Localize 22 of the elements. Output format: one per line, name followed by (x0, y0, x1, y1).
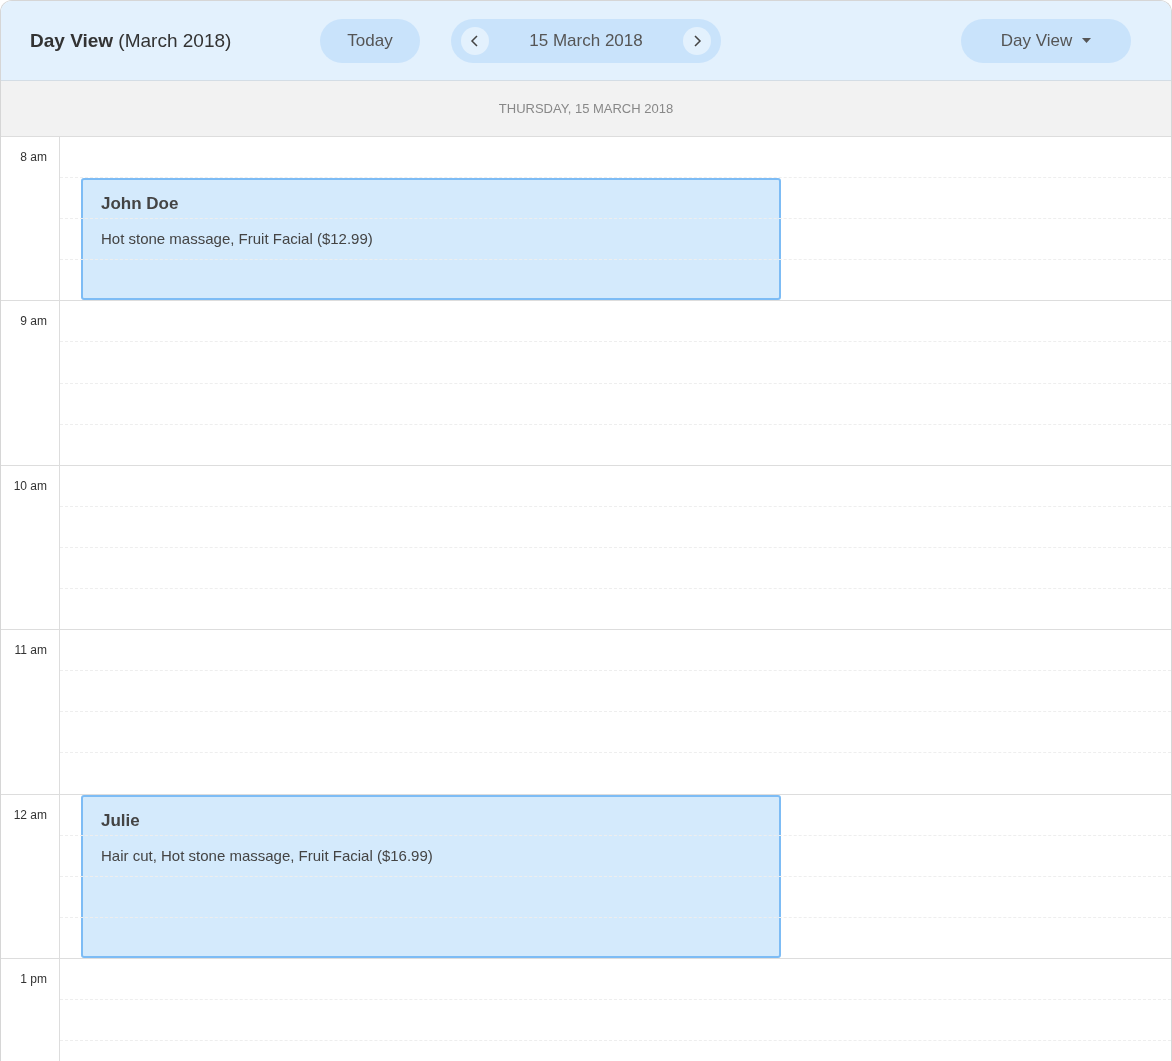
chevron-right-icon (692, 34, 702, 47)
time-label: 12 am (13, 807, 47, 822)
current-date: 15 March 2018 (529, 30, 643, 51)
time-label: 11 am (14, 643, 47, 658)
time-label: 10 am (13, 478, 47, 493)
caret-icon (1082, 38, 1092, 43)
appointment-details: Hair cut, Hot stone massage, Fruit Facial ($16.99) (101, 846, 434, 864)
next-day-button[interactable] (683, 26, 711, 55)
day-heading: THURSDAY, 15 MARCH 2018 (498, 101, 674, 116)
today-button[interactable]: Today (320, 18, 420, 63)
time-label: 9 am (20, 314, 47, 329)
chevron-left-icon (470, 34, 480, 47)
page-title: Day View (March 2018) (30, 29, 233, 52)
time-label: 8 am (20, 150, 47, 164)
view-dropdown[interactable]: Day View (961, 18, 1131, 63)
appointment-card[interactable]: Julie Hair cut, Hot stone massage, Fruit Facial ($16.99) (81, 794, 781, 958)
previous-day-button[interactable] (461, 26, 489, 55)
appointment-details: Hot stone massage, Fruit Facial ($12.99) (101, 230, 374, 248)
time-label: 1 pm (20, 971, 47, 986)
appointment-card[interactable]: John Doe Hot stone massage, Fruit Facial ($12.99) (81, 178, 781, 301)
client-name: John Doe (101, 194, 180, 215)
client-name: Julie (101, 810, 141, 831)
